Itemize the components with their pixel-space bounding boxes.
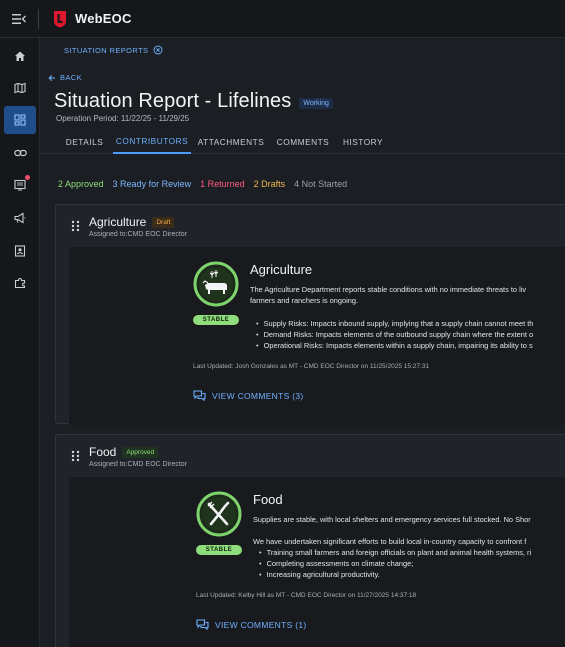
close-icon[interactable] [153, 45, 163, 55]
page-title: Situation Report - Lifelines [54, 90, 292, 112]
list-item: Demand Risks: Impacts elements of the ou… [256, 329, 534, 340]
view-comments-label: VIEW COMMENTS (3) [212, 390, 304, 401]
sidebar-item-contacts[interactable] [4, 237, 36, 265]
home-icon [15, 51, 25, 61]
fork-knife-icon [196, 491, 242, 537]
sidebar-item-link[interactable] [4, 139, 36, 167]
webeoc-logo-icon [54, 10, 66, 27]
stable-status-badge: STABLE [193, 315, 239, 325]
map-icon [14, 82, 26, 94]
status-badge: Working [299, 97, 333, 109]
assigned-to: Assigned to:CMD EOC Director [89, 231, 188, 238]
sector-title: Agriculture [250, 262, 313, 277]
drag-handle-icon[interactable] [71, 450, 80, 462]
sidebar-item-dashboard[interactable] [4, 106, 36, 134]
contacts-icon [14, 245, 26, 257]
summary-line-1: Supplies are stable, with local shelters… [253, 515, 531, 524]
operation-period: Operation Period: 11/22/25 - 11/29/25 [56, 114, 190, 123]
menu-toggle-button[interactable] [0, 0, 38, 38]
status-returned-count[interactable]: 1 Returned [200, 179, 245, 189]
summary-line-2: farmers and ranchers is ongoing. [250, 296, 359, 305]
view-comments-button[interactable]: VIEW COMMENTS (1) [196, 619, 307, 630]
last-updated: Last Updated: Kelby Hill as MT - CMD EOC… [196, 592, 417, 599]
card-title: Agriculture [89, 215, 147, 229]
top-bar: WebEOC [0, 0, 565, 38]
last-updated: Last Updated: Josh Gonzales as MT - CMD … [193, 363, 430, 370]
efforts-list: Training small farmers and foreign offic… [259, 547, 532, 581]
link-icon [13, 149, 27, 157]
tab-contributors[interactable]: CONTRIBUTORS [113, 130, 191, 154]
status-not-started-count[interactable]: 4 Not Started [294, 179, 347, 189]
tab-history[interactable]: HISTORY [338, 130, 388, 154]
drag-handle-icon[interactable] [71, 220, 80, 232]
list-item: Operational Risks: Impacts elements with… [256, 340, 533, 351]
status-drafts-count[interactable]: 2 Drafts [254, 179, 286, 189]
notification-dot [25, 175, 30, 180]
list-item: Supply Risks: Impacts inbound supply, im… [256, 318, 534, 329]
contributor-card-food: Food Approved Assigned to:CMD EOC Direct… [55, 434, 565, 647]
tab-comments[interactable]: COMMENTS [272, 130, 334, 154]
app-window: WebEOC SITUATION REPORTS BACK Situation … [0, 0, 565, 647]
card-title-row: Food Approved [89, 445, 159, 459]
list-item: Training small farmers and foreign offic… [259, 547, 532, 558]
status-ready-count[interactable]: 3 Ready for Review [113, 179, 192, 189]
status-summary: 2 Approved 3 Ready for Review 1 Returned… [58, 179, 347, 189]
title-row: Situation Report - Lifelines Working [54, 90, 333, 113]
main-content: SITUATION REPORTS BACK Situation Report … [40, 38, 565, 647]
card-header: Food Approved Assigned to:CMD EOC Direct… [56, 435, 565, 477]
card-header: Agriculture Draft Assigned to:CMD EOC Di… [56, 205, 565, 247]
assigned-to: Assigned to:CMD EOC Director [89, 461, 188, 468]
arrow-left-icon [48, 74, 55, 81]
topbar-divider [38, 8, 39, 29]
back-link[interactable]: BACK [48, 73, 82, 82]
contributor-card-agriculture: Agriculture Draft Assigned to:CMD EOC Di… [55, 204, 565, 425]
sidebar-item-home[interactable] [4, 42, 36, 70]
puzzle-icon [14, 277, 26, 289]
view-comments-button[interactable]: VIEW COMMENTS (3) [193, 390, 304, 401]
sidebar-item-board[interactable] [4, 171, 36, 199]
card-title-row: Agriculture Draft [89, 215, 175, 229]
card-body: STABLE Food Supplies are stable, with lo… [69, 477, 565, 647]
comments-icon [196, 619, 209, 630]
card-body: STABLE Agriculture The Agriculture Depar… [69, 247, 565, 425]
stable-status-badge: STABLE [196, 545, 242, 555]
dashboard-icon [14, 114, 26, 126]
comments-icon [193, 390, 206, 401]
sidebar [0, 38, 40, 647]
list-item: Completing assessments on climate change… [259, 558, 531, 569]
risk-list: Supply Risks: Impacts inbound supply, im… [256, 318, 534, 352]
back-label: BACK [60, 73, 83, 82]
list-item: Increasing agricultural productivity. [259, 569, 531, 580]
app-title: WebEOC [75, 11, 132, 26]
status-approved-count[interactable]: 2 Approved [58, 179, 104, 189]
menu-collapse-icon [12, 13, 26, 24]
cow-wheat-icon [193, 261, 239, 307]
sidebar-item-announcements[interactable] [4, 204, 36, 232]
summary-line-1: The Agriculture Department reports stabl… [250, 285, 527, 294]
tab-attachments[interactable]: ATTACHMENTS [195, 130, 267, 154]
megaphone-icon [14, 212, 26, 224]
sidebar-item-plugins[interactable] [4, 269, 36, 297]
tab-bar: DETAILS CONTRIBUTORS ATTACHMENTS COMMENT… [40, 130, 565, 154]
board-icon [14, 179, 26, 191]
breadcrumb: SITUATION REPORTS [64, 45, 163, 55]
sector-title: Food [253, 492, 283, 507]
card-title: Food [89, 445, 117, 459]
tab-details[interactable]: DETAILS [58, 130, 111, 154]
draft-badge: Draft [152, 216, 175, 228]
summary-line-2: We have undertaken significant efforts t… [253, 537, 527, 546]
approved-badge: Approved [122, 446, 159, 458]
breadcrumb-situation-reports[interactable]: SITUATION REPORTS [64, 46, 148, 55]
view-comments-label: VIEW COMMENTS (1) [215, 619, 307, 630]
sidebar-item-map[interactable] [4, 74, 36, 102]
